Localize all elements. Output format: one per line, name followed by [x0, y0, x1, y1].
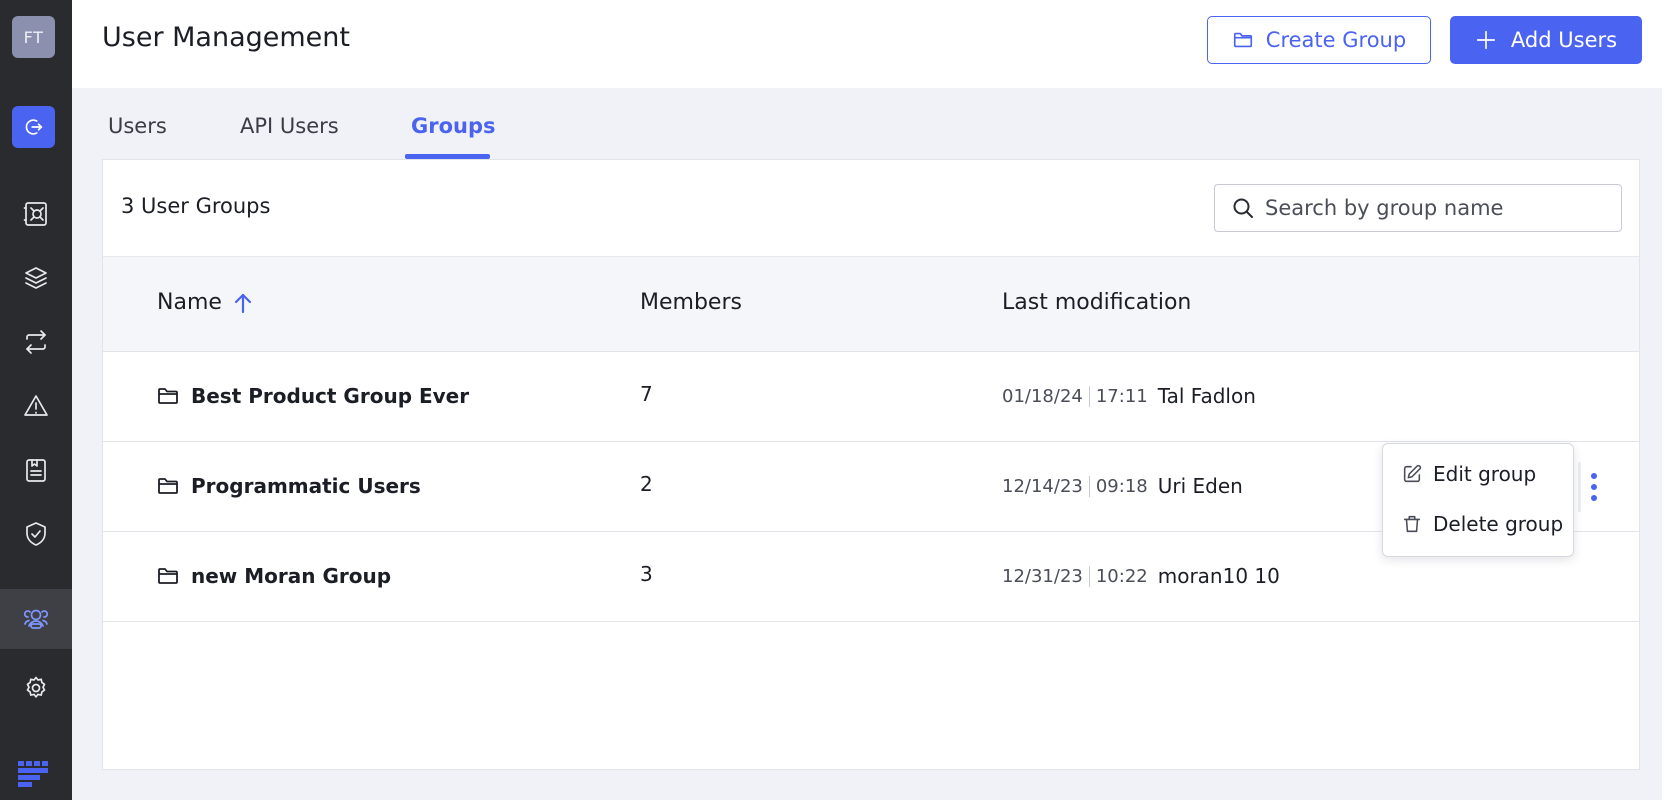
sidebar-exit-button[interactable] [12, 106, 55, 148]
tab-users[interactable]: Users [108, 114, 167, 138]
sidebar: FT [0, 0, 72, 800]
folder-icon [158, 568, 178, 584]
row-actions-button[interactable] [1578, 462, 1606, 512]
folder-icon [1233, 32, 1252, 48]
layers-icon [25, 267, 47, 289]
add-users-label: Add Users [1510, 28, 1618, 52]
table-header: Name Members Last modification [103, 256, 1639, 352]
create-group-button[interactable]: Create Group [1207, 16, 1431, 64]
sort-ascending-icon[interactable] [232, 291, 254, 315]
sidebar-item-settings[interactable] [0, 658, 72, 718]
modification-time: 09:18 [1095, 475, 1148, 497]
row-context-menu: Edit group Delete group [1382, 443, 1574, 557]
kebab-dot-icon [1590, 495, 1597, 501]
column-header-last-modification[interactable]: Last modification [1002, 290, 1191, 315]
table-row[interactable]: Best Product Group Ever 7 01/18/24 17:11… [103, 352, 1639, 442]
members-count: 3 [640, 562, 653, 586]
members-count: 7 [640, 382, 653, 406]
shield-check-icon [26, 522, 46, 546]
folder-icon [158, 478, 178, 494]
alert-triangle-icon [24, 395, 48, 416]
search-icon [1233, 198, 1253, 218]
avatar[interactable]: FT [12, 16, 55, 58]
modification-time: 10:22 [1095, 565, 1148, 587]
sidebar-item-users[interactable] [0, 589, 72, 649]
sidebar-item-vault[interactable] [0, 184, 72, 244]
modification-time: 17:11 [1095, 385, 1148, 407]
modified-by: Uri Eden [1157, 474, 1243, 498]
column-header-name[interactable]: Name [157, 290, 254, 315]
last-modification: 12/14/23 09:18 Uri Eden [1002, 474, 1243, 498]
gear-icon [26, 676, 46, 698]
last-modification: 01/18/24 17:11 Tal Fadlon [1002, 384, 1256, 408]
sidebar-item-layers[interactable] [0, 248, 72, 308]
modification-date: 01/18/24 [1002, 385, 1090, 407]
sidebar-item-sync[interactable] [0, 312, 72, 372]
brand-logo-icon [18, 761, 48, 787]
sync-icon [26, 330, 46, 354]
folder-icon [158, 388, 178, 404]
report-icon [26, 459, 46, 482]
tab-api-users[interactable]: API Users [240, 114, 339, 138]
modified-by: moran10 10 [1157, 564, 1280, 588]
sidebar-item-alerts[interactable] [0, 376, 72, 436]
modification-date: 12/31/23 [1002, 565, 1090, 587]
create-group-label: Create Group [1265, 28, 1407, 52]
group-name[interactable]: Programmatic Users [191, 474, 421, 498]
sidebar-item-security[interactable] [0, 504, 72, 564]
column-header-members[interactable]: Members [640, 290, 742, 315]
group-count: 3 User Groups [121, 194, 271, 218]
search-input[interactable] [1265, 196, 1605, 220]
group-name[interactable]: Best Product Group Ever [191, 384, 469, 408]
delete-group-menu-item[interactable]: Delete group [1401, 512, 1563, 536]
kebab-dot-icon [1590, 484, 1597, 490]
trash-icon [1403, 515, 1421, 533]
exit-icon [25, 119, 42, 135]
groups-card: 3 User Groups Name Members Last modifica… [102, 159, 1640, 770]
edit-group-menu-item[interactable]: Edit group [1401, 462, 1536, 486]
vault-icon [23, 202, 47, 226]
modification-date: 12/14/23 [1002, 475, 1090, 497]
add-users-button[interactable]: Add Users [1450, 16, 1642, 64]
sidebar-item-reports[interactable] [0, 440, 72, 500]
edit-icon [1403, 464, 1422, 483]
kebab-dot-icon [1590, 473, 1597, 479]
users-icon [23, 609, 49, 629]
tab-groups[interactable]: Groups [411, 114, 496, 138]
search-box[interactable] [1214, 184, 1622, 232]
group-name[interactable]: new Moran Group [191, 564, 391, 588]
modified-by: Tal Fadlon [1157, 384, 1256, 408]
last-modification: 12/31/23 10:22 moran10 10 [1002, 564, 1280, 588]
plus-icon [1476, 30, 1495, 50]
members-count: 2 [640, 472, 653, 496]
page-header: User Management Create Group Add Users [72, 0, 1662, 88]
page-title: User Management [102, 22, 350, 53]
